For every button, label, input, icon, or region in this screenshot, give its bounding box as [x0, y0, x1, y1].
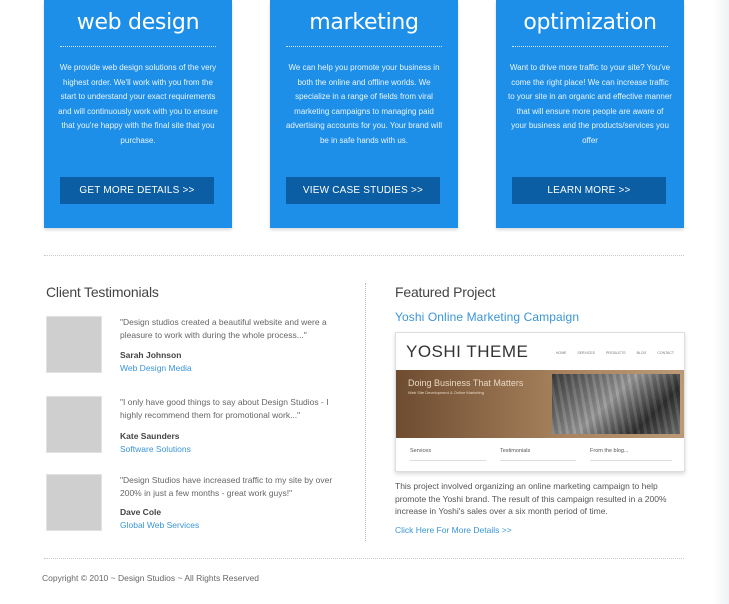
- testimonial-quote: "Design studios created a beautiful webs…: [120, 317, 327, 340]
- testimonial-item: "Design studios created a beautiful webs…: [46, 316, 356, 378]
- client-company-link[interactable]: Global Web Services: [120, 520, 199, 530]
- preview-photo: [552, 374, 680, 434]
- preview-col-blog: From the blog...: [590, 448, 629, 454]
- preview-banner: Doing Business That Matters Web Site Dev…: [396, 370, 684, 438]
- page-edge-shadow: [713, 0, 729, 604]
- preview-nav-item: SERVICES: [577, 351, 596, 355]
- project-screenshot[interactable]: YOSHI THEME HOME SERVICES PRODUCTS BLOG …: [395, 332, 685, 472]
- preview-nav-item: CONTACT: [657, 351, 674, 355]
- preview-col-testimonials: Testimonials: [500, 448, 531, 454]
- featured-heading: Featured Project: [395, 284, 496, 300]
- divider: [410, 460, 486, 461]
- divider: [60, 46, 216, 47]
- project-details-link[interactable]: Click Here For More Details >>: [395, 525, 512, 535]
- service-title: optimization: [523, 10, 657, 35]
- project-name: Yoshi Online Marketing Campaign: [395, 310, 580, 324]
- client-company-link[interactable]: Software Solutions: [120, 444, 191, 454]
- project-description: This project involved organizing an onli…: [395, 481, 667, 517]
- client-avatar: [46, 474, 102, 531]
- service-title: marketing: [309, 10, 419, 35]
- column-divider: [365, 283, 366, 541]
- client-name: Kate Saunders: [120, 431, 180, 441]
- testimonial-item: "Design Studios have increased traffic t…: [46, 474, 356, 536]
- service-description: We provide web design solutions of the v…: [58, 63, 218, 145]
- preview-columns: Services Testimonials From the blog...: [396, 438, 684, 471]
- preview-nav-item: PRODUCTS: [606, 351, 626, 355]
- preview-nav-item: BLOG: [636, 351, 647, 355]
- testimonials-heading: Client Testimonials: [46, 284, 159, 300]
- service-description: We can help you promote your business in…: [285, 63, 443, 145]
- service-box-marketing: marketing We can help you promote your b…: [270, 0, 458, 228]
- client-name: Dave Cole: [120, 507, 162, 517]
- services-row: web design We provide web design solutio…: [44, 0, 684, 228]
- get-more-details-button[interactable]: GET MORE DETAILS >>: [60, 177, 214, 204]
- divider: [590, 460, 672, 461]
- service-title: web design: [76, 10, 200, 35]
- section-divider: [44, 255, 684, 256]
- divider: [512, 46, 668, 47]
- preview-banner-heading: Doing Business That Matters: [408, 378, 524, 388]
- service-description: Want to drive more traffic to your site?…: [508, 63, 672, 145]
- divider: [286, 46, 442, 47]
- testimonial-quote: "I only have good things to say about De…: [120, 397, 329, 420]
- view-case-studies-button[interactable]: VIEW CASE STUDIES >>: [286, 177, 440, 204]
- client-avatar: [46, 396, 102, 453]
- client-company-link[interactable]: Web Design Media: [120, 363, 192, 373]
- preview-nav: HOME SERVICES PRODUCTS BLOG CONTACT: [546, 351, 674, 355]
- preview-nav-item: HOME: [555, 351, 567, 355]
- service-box-web-design: web design We provide web design solutio…: [44, 0, 232, 228]
- client-name: Sarah Johnson: [120, 350, 182, 360]
- service-box-optimization: optimization Want to drive more traffic …: [496, 0, 684, 228]
- testimonial-quote: "Design Studios have increased traffic t…: [120, 475, 333, 498]
- client-avatar: [46, 316, 102, 373]
- preview-logo: YOSHI THEME: [406, 342, 529, 361]
- preview-col-services: Services: [410, 448, 432, 454]
- divider: [500, 460, 576, 461]
- copyright-text: Copyright © 2010 ~ Design Studios ~ All …: [42, 573, 259, 583]
- preview-banner-subtitle: Web Site Development & Online Marketing: [408, 390, 484, 395]
- footer-divider: [44, 558, 684, 559]
- testimonial-item: "I only have good things to say about De…: [46, 396, 356, 458]
- learn-more-button[interactable]: LEARN MORE >>: [512, 177, 666, 204]
